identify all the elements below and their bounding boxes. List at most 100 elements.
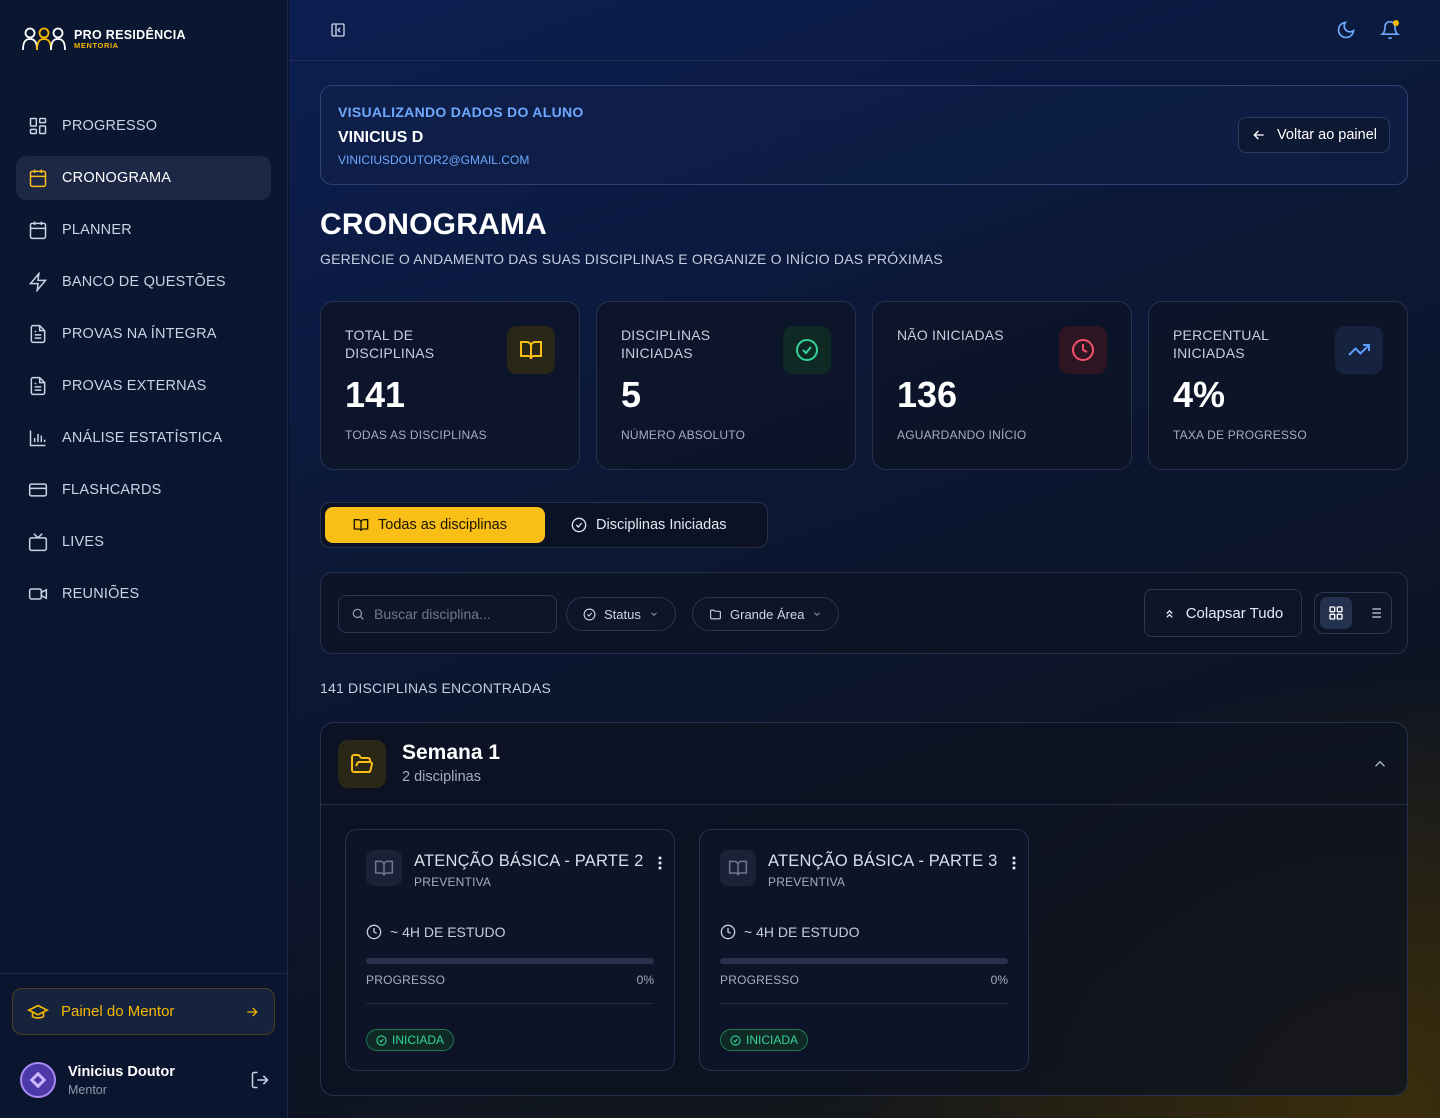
- chevrons-up-icon: [1166, 609, 1173, 618]
- discipline-area: PREVENTIVA: [768, 875, 846, 889]
- folder-icon: [710, 609, 721, 619]
- check-circle-icon: [730, 1034, 741, 1046]
- logout-icon[interactable]: [250, 1070, 270, 1090]
- week-group: Semana 1 2 disciplinas ATENÇÃO BÁSICA - …: [320, 722, 1408, 1096]
- divider: [720, 1003, 1008, 1004]
- calendar-icon: [29, 169, 47, 188]
- discipline-title: ATENÇÃO BÁSICA - PARTE 3: [768, 852, 998, 870]
- book-open-icon: [353, 519, 369, 532]
- panel-left-icon: [331, 23, 345, 37]
- user-profile: Vinicius Doutor Mentor: [20, 1062, 270, 1098]
- stat-label: TOTAL DE DISCIPLINAS: [345, 327, 435, 361]
- sidebar-item-flashcards[interactable]: FLASHCARDS: [16, 468, 271, 512]
- sidebar-item-label: CRONOGRAMA: [62, 170, 172, 186]
- sidebar-item-label: BANCO DE QUESTÕES: [62, 274, 226, 290]
- file-text-icon: [30, 324, 46, 344]
- sidebar-item-banco-de-questoes[interactable]: BANCO DE QUESTÕES: [16, 260, 271, 304]
- sidebar-item-provas-externas[interactable]: PROVAS EXTERNAS: [16, 364, 271, 408]
- area-filter-dropdown[interactable]: Grande Área: [692, 597, 840, 631]
- divider: [366, 1003, 654, 1004]
- discipline-menu-button[interactable]: [1012, 856, 1016, 870]
- area-filter-label: Grande Área: [730, 606, 805, 622]
- brand-title: PRO RESIDÊNCIA: [74, 27, 186, 42]
- sidebar-item-planner[interactable]: PLANNER: [16, 208, 271, 252]
- sidebar-item-label: ANÁLISE ESTATÍSTICA: [62, 430, 223, 446]
- bar-chart-icon: [29, 430, 46, 447]
- brand-logo[interactable]: PRO RESIDÊNCIA MENTORIA: [20, 26, 186, 52]
- mentor-panel-button[interactable]: Painel do Mentor: [12, 988, 275, 1035]
- status-badge-label: INICIADA: [392, 1033, 445, 1047]
- week-header[interactable]: Semana 1 2 disciplinas: [321, 723, 1407, 805]
- viewing-label: VISUALIZANDO DADOS DO ALUNO: [338, 104, 584, 120]
- progress-bar: [720, 958, 1008, 964]
- sidebar-item-cronograma[interactable]: CRONOGRAMA: [16, 156, 271, 200]
- user-role: Mentor: [68, 1082, 107, 1097]
- list-view-button[interactable]: [1359, 597, 1391, 629]
- discipline-card[interactable]: ATENÇÃO BÁSICA - PARTE 3 PREVENTIVA ~ 4H…: [699, 829, 1029, 1071]
- sidebar-item-lives[interactable]: LIVES: [16, 520, 271, 564]
- page-subtitle: GERENCIE O ANDAMENTO DAS SUAS DISCIPLINA…: [320, 251, 943, 267]
- sidebar-item-reunioes[interactable]: REUNIÕES: [16, 572, 271, 616]
- collapse-all-button[interactable]: Colapsar Tudo: [1144, 589, 1302, 637]
- discipline-menu-button[interactable]: [658, 856, 662, 870]
- notifications-button[interactable]: [1380, 20, 1400, 40]
- status-filter-dropdown[interactable]: Status: [566, 597, 676, 631]
- view-mode-toggle: [1314, 592, 1392, 634]
- back-to-panel-button[interactable]: Voltar ao painel: [1238, 117, 1390, 153]
- search-icon: [352, 608, 364, 620]
- week-collapse-toggle[interactable]: [1371, 755, 1389, 773]
- status-badge: INICIADA: [366, 1029, 455, 1051]
- stat-card-total: TOTAL DE DISCIPLINAS 141 TODAS AS DISCIP…: [320, 301, 580, 470]
- tv-icon: [28, 533, 48, 552]
- sidebar-item-label: PLANNER: [62, 222, 132, 238]
- tab-label: Disciplinas Iniciadas: [596, 517, 727, 533]
- discipline-card[interactable]: ATENÇÃO BÁSICA - PARTE 2 PREVENTIVA ~ 4H…: [345, 829, 675, 1071]
- page-title: CRONOGRAMA: [320, 208, 547, 241]
- theme-toggle-button[interactable]: [1336, 20, 1356, 40]
- study-hours-label: ~ 4H DE ESTUDO: [744, 924, 860, 940]
- status-badge: INICIADA: [720, 1029, 809, 1051]
- sidebar-item-provas-na-integra[interactable]: PROVAS NA ÍNTEGRA: [16, 312, 271, 356]
- sidebar-toggle-button[interactable]: [330, 22, 346, 38]
- stat-card-percentual: PERCENTUAL INICIADAS 4% TAXA DE PROGRESS…: [1148, 301, 1408, 470]
- search-input[interactable]: [374, 606, 544, 622]
- check-circle-icon: [376, 1034, 387, 1046]
- file-text-icon: [30, 376, 46, 396]
- arrow-right-icon: [247, 1007, 258, 1016]
- study-hours-label: ~ 4H DE ESTUDO: [390, 924, 506, 940]
- student-email: VINICIUSDOUTOR2@GMAIL.COM: [338, 153, 530, 167]
- stat-value: 141: [345, 374, 406, 415]
- clock-icon: [1072, 339, 1094, 361]
- discipline-area: PREVENTIVA: [414, 875, 492, 889]
- week-icon-box: [338, 740, 386, 788]
- sidebar-item-progresso[interactable]: PROGRESSO: [16, 104, 271, 148]
- stat-icon-box: [1335, 326, 1383, 374]
- layout-grid-icon: [29, 117, 47, 135]
- calendar-days-icon: [29, 221, 47, 240]
- tab-all-disciplines[interactable]: Todas as disciplinas: [325, 507, 545, 543]
- video-icon: [28, 588, 48, 600]
- tab-label: Todas as disciplinas: [378, 517, 507, 533]
- trending-up-icon: [1348, 344, 1370, 356]
- check-circle-icon: [796, 339, 818, 361]
- diamond-logo-icon: [29, 1071, 47, 1089]
- avatar[interactable]: [20, 1062, 56, 1098]
- progress-bar: [366, 958, 654, 964]
- mentor-panel-label: Painel do Mentor: [61, 1003, 175, 1020]
- sidebar-footer: Painel do Mentor Vinicius Doutor Mentor: [0, 973, 288, 1118]
- grid-view-button[interactable]: [1320, 597, 1352, 629]
- progress-value: 0%: [636, 973, 654, 987]
- stat-footnote: NÚMERO ABSOLUTO: [621, 428, 746, 442]
- filter-bar: Status Grande Área Colapsar Tudo: [320, 572, 1408, 654]
- folder-open-icon: [351, 754, 373, 773]
- graduation-cap-icon: [27, 1004, 49, 1019]
- week-title: Semana 1: [402, 741, 501, 764]
- chevron-up-icon: [1374, 760, 1386, 767]
- stat-icon-box: [1059, 326, 1107, 374]
- user-name: Vinicius Doutor: [68, 1063, 175, 1080]
- tab-started-disciplines[interactable]: Disciplinas Iniciadas: [555, 507, 743, 543]
- check-circle-icon: [571, 517, 587, 533]
- sidebar-item-analise-estatistica[interactable]: ANÁLISE ESTATÍSTICA: [16, 416, 271, 460]
- discipline-icon-box: [720, 850, 756, 886]
- discipline-title: ATENÇÃO BÁSICA - PARTE 2: [414, 852, 644, 870]
